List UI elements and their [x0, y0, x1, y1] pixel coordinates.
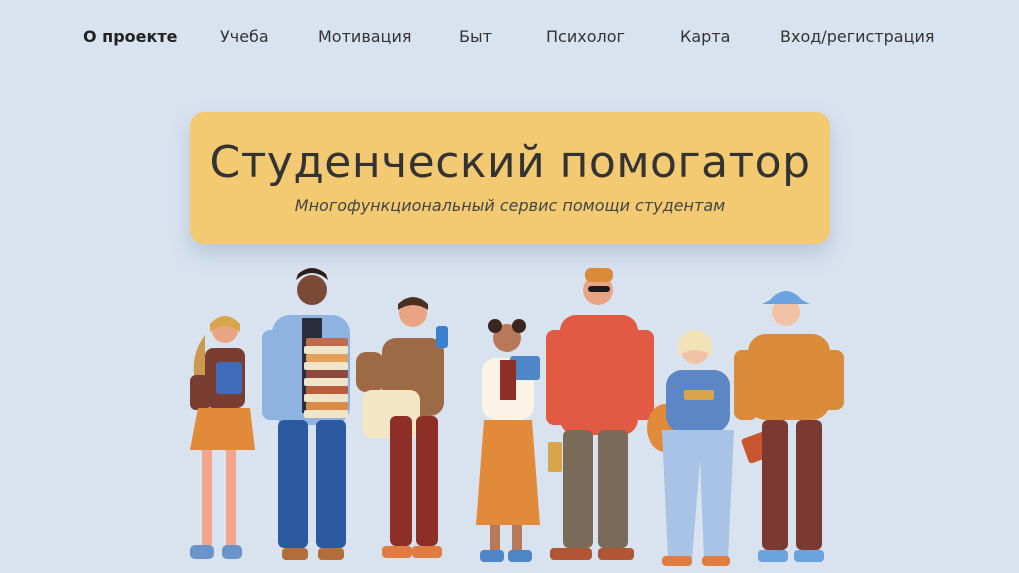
student-bucket-hat [734, 291, 844, 562]
nav-item-motivation[interactable]: Мотивация [318, 24, 411, 50]
students-group-illustration [190, 268, 844, 566]
student-red-shirt [546, 268, 654, 560]
student-girl-blonde [647, 330, 734, 566]
hero-title: Студенческий помогатор [209, 137, 811, 188]
nav-item-study[interactable]: Учеба [220, 24, 269, 50]
nav-item-about[interactable]: О проекте [83, 24, 178, 50]
student-with-books [262, 268, 350, 560]
nav-item-living[interactable]: Быт [459, 24, 492, 50]
nav-item-login[interactable]: Вход/регистрация [780, 24, 934, 50]
hero-card: Студенческий помогатор Многофункциональн… [190, 112, 830, 244]
student-with-phone [356, 297, 448, 558]
main-nav: О проекте Учеба Мотивация Быт Психолог К… [0, 24, 1019, 50]
student-girl-orange-skirt [190, 316, 255, 559]
nav-item-map[interactable]: Карта [680, 24, 730, 50]
hero-subtitle: Многофункциональный сервис помощи студен… [294, 196, 726, 215]
nav-item-psychologist[interactable]: Психолог [546, 24, 625, 50]
